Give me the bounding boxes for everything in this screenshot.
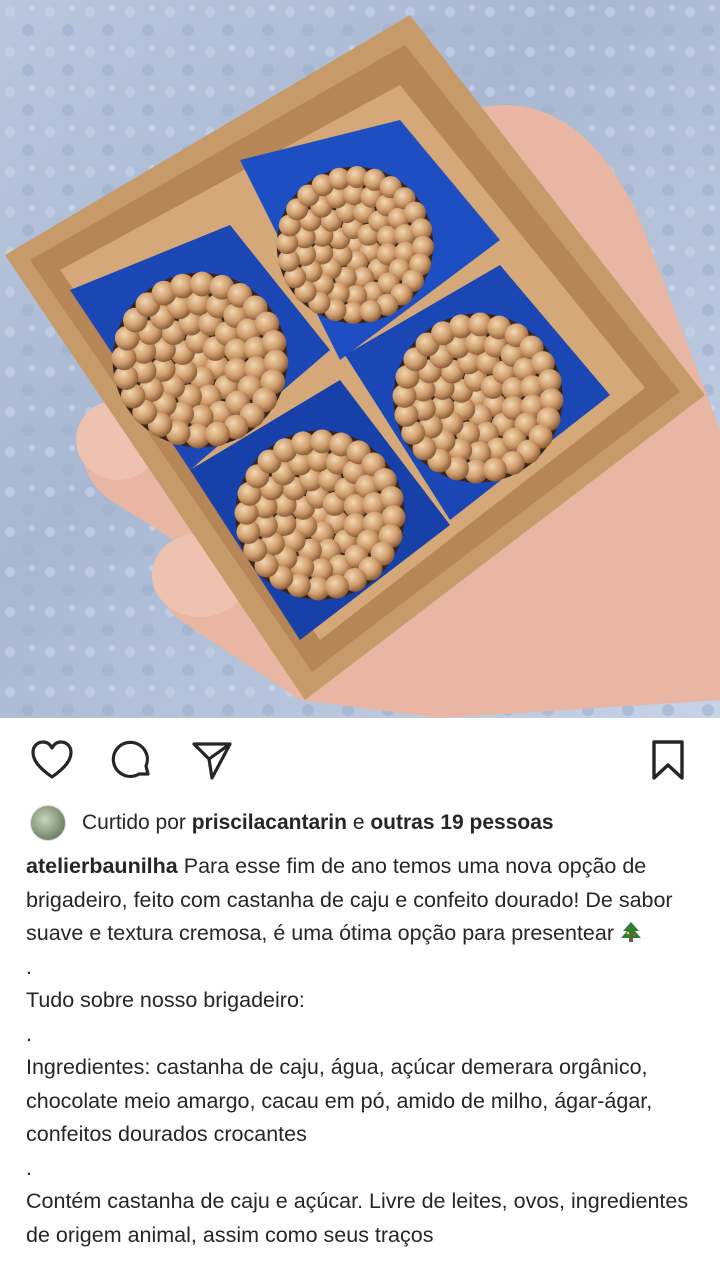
- caption-dot: .: [26, 1155, 32, 1180]
- likes-summary: Curtido por priscilacantarin e outras 19…: [30, 804, 554, 842]
- bookmark-icon: [652, 740, 684, 780]
- likes-prefix: Curtido por: [82, 811, 186, 834]
- post-caption: atelierbaunilha Para esse fim de ano tem…: [26, 850, 698, 1252]
- caption-line: Contém castanha de caju e açúcar. Livre …: [26, 1189, 689, 1247]
- likes-conj: e: [352, 811, 365, 834]
- save-button[interactable]: [644, 736, 692, 784]
- liker-avatar[interactable]: [30, 805, 66, 841]
- post-actions-bar: [0, 736, 720, 784]
- sprinkle-ball: [205, 421, 230, 447]
- sprinkle-ball: [483, 457, 507, 482]
- caption-line: Tudo sobre nosso brigadeiro:: [26, 988, 305, 1012]
- send-icon: [192, 742, 232, 780]
- caption-dot: .: [26, 1021, 32, 1046]
- post-image[interactable]: [0, 0, 720, 718]
- caption-dot: .: [26, 954, 32, 979]
- like-button[interactable]: [28, 736, 76, 784]
- comment-button[interactable]: [108, 736, 156, 784]
- caption-line: Ingredientes: castanha de caju, água, aç…: [26, 1055, 653, 1146]
- sprinkle-ball: [325, 574, 349, 599]
- likes-others-link[interactable]: outras 19 pessoas: [370, 811, 553, 835]
- share-button[interactable]: [188, 736, 236, 784]
- comment-icon: [111, 740, 150, 778]
- sprinkle-ball: [359, 300, 382, 323]
- tree-emoji: [620, 922, 641, 942]
- brigadeiro-box-photo: [0, 0, 720, 718]
- heart-icon: [31, 740, 73, 779]
- liker-username[interactable]: priscilacantarin: [192, 811, 347, 835]
- caption-username[interactable]: atelierbaunilha: [26, 854, 178, 878]
